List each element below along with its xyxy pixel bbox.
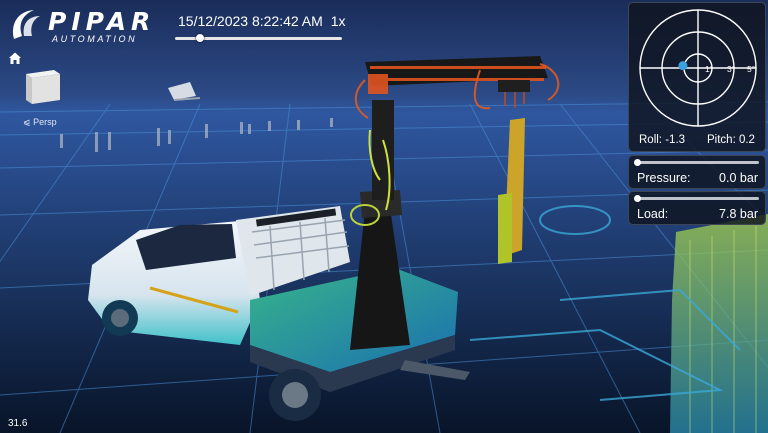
playback-timestamp: 15/12/2023 8:22:42 AM 1x — [178, 13, 345, 29]
inclinometer-dial: 1° 3° 5° — [639, 9, 757, 127]
pressure-value-readout: 0.0 bar — [719, 171, 758, 185]
pressure-panel: Pressure: 0.0 bar — [628, 155, 766, 189]
load-value-readout: 7.8 bar — [719, 207, 758, 221]
pitch-value: 0.2 — [738, 134, 755, 146]
roll-label: Roll: — [639, 134, 663, 146]
load-label: Load: — [637, 207, 669, 221]
load-panel: Load: 7.8 bar — [628, 191, 766, 225]
timestamp-text: 15/12/2023 8:22:42 AM — [178, 13, 323, 29]
pressure-bar-marker — [634, 159, 641, 166]
pitch-readout: Pitch: 0.2 — [707, 134, 755, 146]
playback-speed[interactable]: 1x — [331, 13, 346, 29]
load-value: 7.8 — [719, 207, 737, 221]
ring-label-1: 1° — [705, 64, 713, 74]
roll-value: -1.3 — [665, 134, 686, 146]
pressure-value: 0.0 — [719, 171, 737, 185]
3d-viewport[interactable]: PIPAR AUTOMATION 15/12/2023 8:22:42 AM 1… — [0, 0, 768, 433]
playback-timeline-slider[interactable] — [175, 34, 342, 44]
pitch-label: Pitch: — [707, 134, 736, 146]
fps-counter: 31.6 — [8, 418, 28, 429]
ring-label-5: 5° — [747, 64, 755, 74]
logo-tagline: AUTOMATION — [52, 34, 138, 44]
timeline-thumb[interactable] — [196, 34, 205, 42]
logo-mark-icon — [12, 10, 40, 39]
perspective-toggle[interactable]: ⩿ Persp — [23, 117, 57, 128]
pipar-logo: PIPAR AUTOMATION — [8, 6, 160, 46]
pressure-label: Pressure: — [637, 171, 691, 185]
tilt-indicator-dot — [678, 61, 688, 71]
load-unit: bar — [739, 207, 758, 221]
logo-brand-text: PIPAR — [48, 7, 156, 36]
roll-readout: Roll: -1.3 — [639, 134, 685, 146]
perspective-icon: ⩿ — [23, 117, 31, 127]
perspective-label: Persp — [33, 117, 57, 127]
view-cube-icon[interactable] — [24, 66, 62, 106]
home-icon[interactable] — [8, 51, 22, 65]
pressure-bar — [634, 159, 759, 166]
load-bar-marker — [634, 195, 641, 202]
inclinometer-panel: 1° 3° 5° Roll: -1.3 Pitch: 0.2 — [628, 2, 766, 152]
load-bar — [634, 195, 759, 202]
pressure-unit: bar — [739, 171, 758, 185]
ring-label-3: 3° — [727, 64, 735, 74]
